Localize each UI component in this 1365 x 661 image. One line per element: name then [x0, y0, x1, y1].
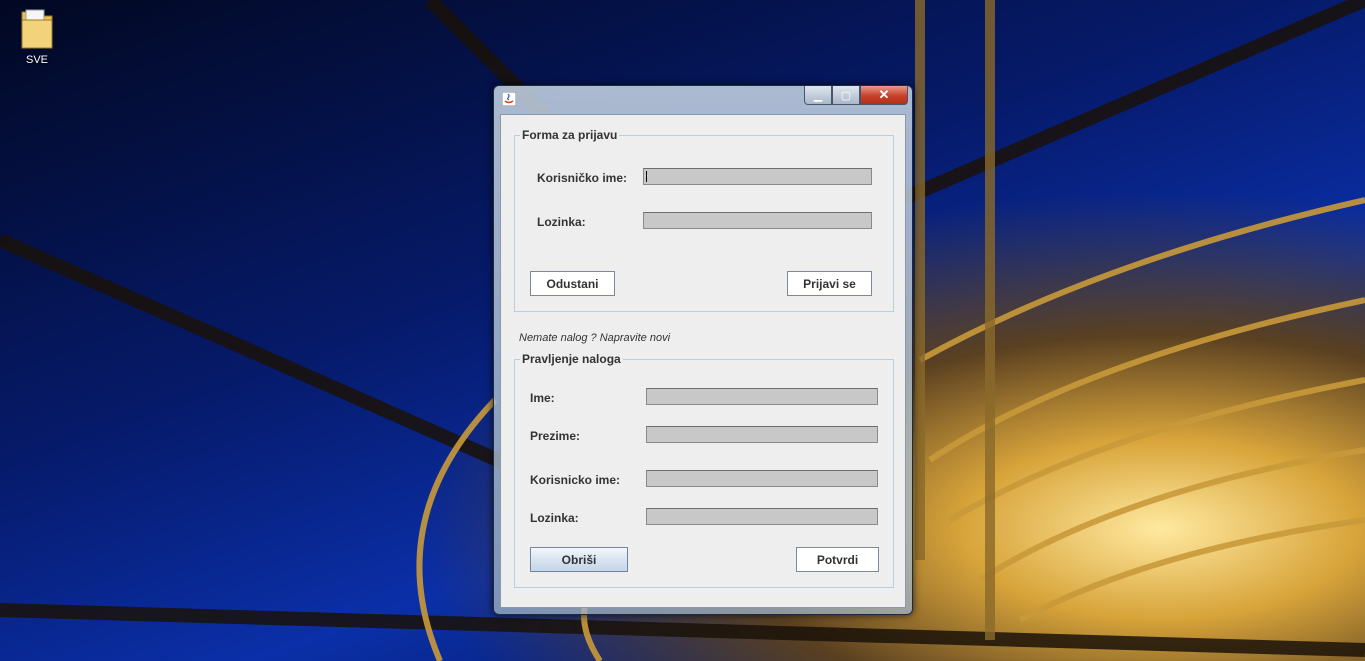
- last-name-label: Prezime:: [530, 429, 581, 443]
- close-button[interactable]: ✕: [860, 86, 908, 105]
- register-group: Pravljenje naloga Ime: Prezime: Korisnic…: [514, 352, 894, 588]
- register-username-input[interactable]: [646, 470, 878, 487]
- register-hint: Nemate nalog ? Napravite novi: [519, 332, 671, 344]
- first-name-input[interactable]: [646, 388, 878, 405]
- confirm-button[interactable]: Potvrdi: [796, 547, 879, 572]
- login-legend: Forma za prijavu: [520, 128, 620, 142]
- login-password-label: Lozinka:: [537, 215, 586, 229]
- cancel-button[interactable]: Odustani: [530, 271, 615, 296]
- minimize-icon: ▁: [813, 89, 823, 102]
- window-titlebar[interactable]: ▁ ▢ ✕: [494, 86, 912, 112]
- register-legend: Pravljenje naloga: [520, 352, 623, 366]
- clear-button[interactable]: Obriši: [530, 547, 628, 572]
- login-username-label: Korisničko ime:: [537, 171, 628, 185]
- java-icon: [501, 91, 517, 107]
- login-button[interactable]: Prijavi se: [787, 271, 872, 296]
- desktop-folder-sve[interactable]: SVE: [10, 6, 64, 66]
- register-username-label: Korisnicko ime:: [530, 473, 621, 487]
- maximize-button[interactable]: ▢: [832, 86, 860, 105]
- login-username-input[interactable]: [643, 168, 872, 185]
- register-password-label: Lozinka:: [530, 511, 579, 525]
- desktop-icon-label: SVE: [25, 54, 48, 66]
- last-name-input[interactable]: [646, 426, 878, 443]
- login-password-input[interactable]: [643, 212, 872, 229]
- login-window: ▁ ▢ ✕ Forma za prijavu Korisničko ime: L…: [493, 85, 913, 615]
- first-name-label: Ime:: [530, 391, 555, 405]
- register-password-input[interactable]: [646, 508, 878, 525]
- folder-icon: [20, 6, 54, 50]
- login-group: Forma za prijavu Korisničko ime: Lozinka…: [514, 128, 894, 312]
- close-icon: ✕: [878, 87, 890, 102]
- minimize-button[interactable]: ▁: [804, 86, 832, 105]
- maximize-icon: ▢: [840, 89, 852, 102]
- window-content: Forma za prijavu Korisničko ime: Lozinka…: [500, 114, 906, 608]
